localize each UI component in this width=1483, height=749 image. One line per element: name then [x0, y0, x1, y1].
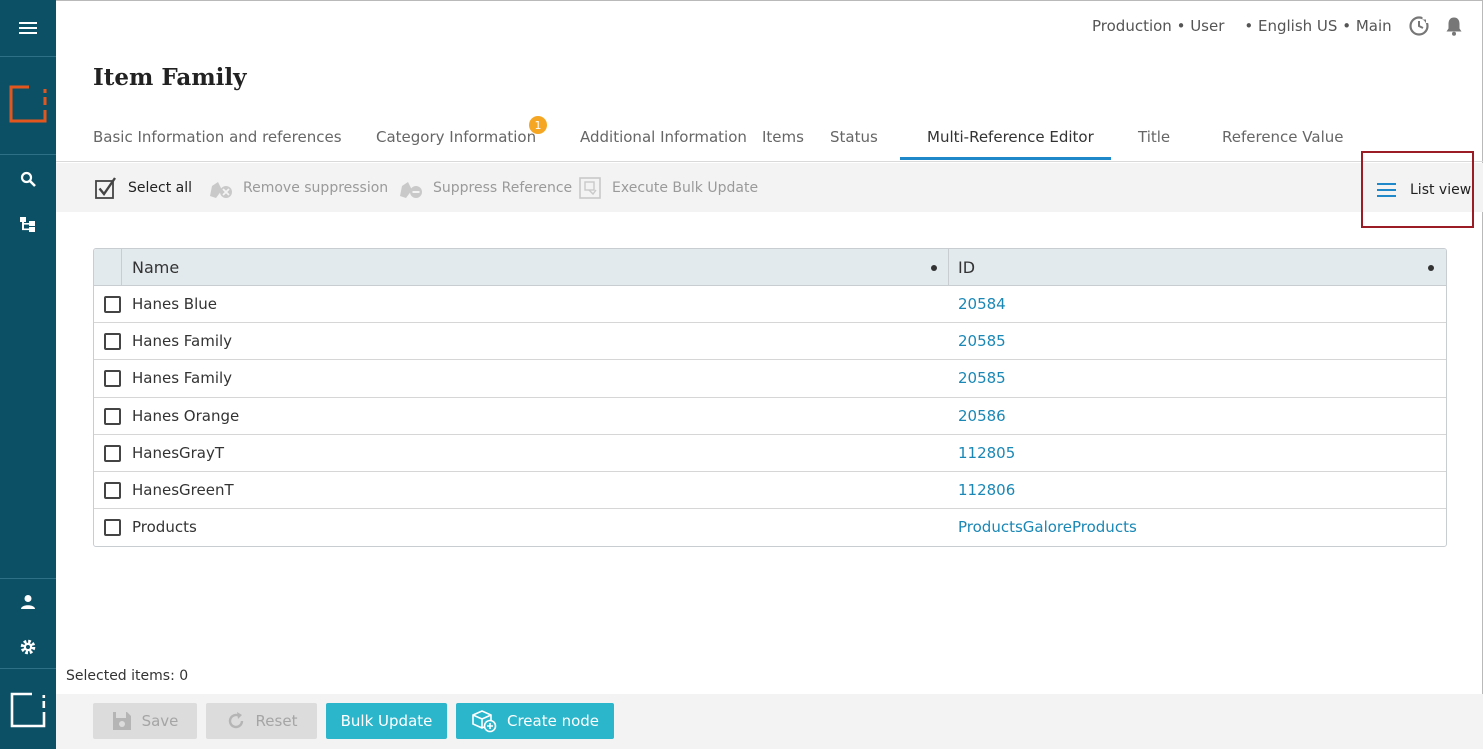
row-id-link[interactable]: 20585 [958, 332, 1006, 350]
select-all-label: Select all [128, 180, 192, 196]
row-name: HanesGrayT [132, 443, 225, 462]
row-id-link[interactable]: ProductsGaloreProducts [958, 518, 1137, 536]
bulk-update-label: Bulk Update [340, 712, 433, 730]
header-divider [121, 249, 122, 286]
row-checkbox[interactable] [104, 333, 121, 351]
row-id-link[interactable]: 20585 [958, 369, 1006, 387]
table-row[interactable]: HanesGreenT 112806 [94, 472, 1446, 510]
table-row[interactable]: HanesGrayT 112805 [94, 435, 1446, 472]
reset-icon [226, 711, 246, 731]
table-row[interactable]: Products ProductsGaloreProducts [94, 509, 1446, 546]
table-row[interactable]: Hanes Blue 20584 [94, 286, 1446, 324]
execute-bulk-update-label: Execute Bulk Update [612, 180, 759, 196]
save-icon [112, 711, 132, 731]
row-name: HanesGreenT [132, 480, 234, 499]
row-checkbox[interactable] [104, 519, 121, 537]
column-header-id[interactable]: ID [958, 258, 975, 277]
reset-button[interactable]: Reset [206, 703, 317, 739]
create-node-label: Create node [506, 712, 600, 730]
table-row[interactable]: Hanes Family 20585 [94, 360, 1446, 398]
tab-bar: Basic Information and references Categor… [56, 118, 1483, 162]
tab-title[interactable]: Title [1138, 128, 1170, 146]
table-header: Name ID [94, 249, 1446, 286]
toolbar: Select all Remove suppression Suppress R… [56, 163, 1483, 212]
page-title: Item Family [93, 64, 247, 91]
table-row[interactable]: Hanes Orange 20586 [94, 398, 1446, 435]
tab-status[interactable]: Status [830, 128, 878, 146]
checkbox-checked-icon [93, 175, 119, 201]
remove-suppression-icon [208, 175, 234, 201]
reset-label: Reset [255, 712, 298, 730]
search-icon[interactable] [0, 157, 56, 201]
row-checkbox[interactable] [104, 370, 121, 388]
execute-bulk-update-button[interactable]: Execute Bulk Update [577, 175, 758, 201]
row-name: Hanes Family [132, 332, 233, 351]
rail-divider [0, 56, 56, 57]
active-tab-indicator [900, 157, 1111, 160]
tab-badge: 1 [529, 116, 547, 134]
context-locale[interactable]: • English US • Main [1244, 17, 1391, 35]
context-environment[interactable]: Production • User [1092, 17, 1224, 35]
remove-suppression-label: Remove suppression [243, 180, 389, 196]
bell-icon[interactable] [1443, 14, 1465, 38]
rail-divider [0, 154, 56, 155]
create-node-icon [471, 709, 497, 733]
row-name: Hanes Blue [132, 295, 217, 313]
list-view-label: List view [1410, 181, 1472, 198]
remove-suppression-button[interactable]: Remove suppression [208, 175, 388, 201]
row-id-link[interactable]: 20586 [958, 407, 1006, 425]
history-icon[interactable] [1408, 14, 1430, 38]
reference-table: Name ID Hanes Blue 20584 Hanes Family 20… [93, 248, 1447, 547]
bulk-update-button[interactable]: Bulk Update [326, 703, 447, 739]
row-id-link[interactable]: 112806 [958, 481, 1015, 499]
tab-items[interactable]: Items [762, 128, 804, 146]
bulk-update-icon [577, 175, 603, 201]
list-icon [1377, 182, 1396, 197]
logo-icon[interactable] [0, 82, 56, 126]
row-name: Hanes Family [132, 369, 233, 388]
create-node-button[interactable]: Create node [456, 703, 614, 739]
suppress-reference-label: Suppress Reference [433, 180, 573, 196]
tab-basic-information[interactable]: Basic Information and references [93, 128, 342, 146]
left-rail [0, 0, 56, 749]
square-logo-icon[interactable] [0, 688, 56, 732]
row-name: Hanes Orange [132, 406, 240, 425]
row-id-link[interactable]: 20584 [958, 295, 1006, 313]
header-divider [948, 249, 949, 286]
table-body: Hanes Blue 20584 Hanes Family 20585 Hane… [94, 286, 1446, 546]
context-info[interactable]: Production • User • English US • Main [1092, 17, 1392, 35]
user-icon[interactable] [0, 580, 56, 624]
suppress-reference-button[interactable]: Suppress Reference [398, 175, 572, 201]
row-id-link[interactable]: 112805 [958, 444, 1015, 462]
tab-category-information[interactable]: Category Information [376, 128, 536, 146]
row-checkbox[interactable] [104, 481, 121, 499]
row-name: Products [132, 518, 197, 537]
save-label: Save [141, 712, 179, 730]
rail-divider [0, 578, 56, 579]
row-checkbox[interactable] [104, 407, 121, 425]
tab-reference-value[interactable]: Reference Value [1222, 128, 1344, 146]
column-header-name[interactable]: Name [132, 258, 179, 277]
hamburger-icon[interactable] [0, 6, 56, 50]
hierarchy-icon[interactable] [0, 202, 56, 246]
list-view-button[interactable]: List view [1361, 151, 1474, 228]
column-menu-icon[interactable] [1428, 265, 1434, 271]
tab-multi-reference-editor[interactable]: Multi-Reference Editor [927, 128, 1094, 146]
save-button[interactable]: Save [93, 703, 197, 739]
tab-additional-information[interactable]: Additional Information [580, 128, 747, 146]
row-checkbox[interactable] [104, 444, 121, 462]
column-menu-icon[interactable] [931, 265, 937, 271]
select-all-button[interactable]: Select all [93, 175, 192, 201]
gear-icon[interactable] [0, 625, 56, 669]
selected-items-count: Selected items: 0 [66, 668, 189, 684]
table-row[interactable]: Hanes Family 20585 [94, 323, 1446, 361]
rail-divider [0, 668, 56, 669]
row-checkbox[interactable] [104, 296, 121, 313]
suppress-reference-icon [398, 175, 424, 201]
